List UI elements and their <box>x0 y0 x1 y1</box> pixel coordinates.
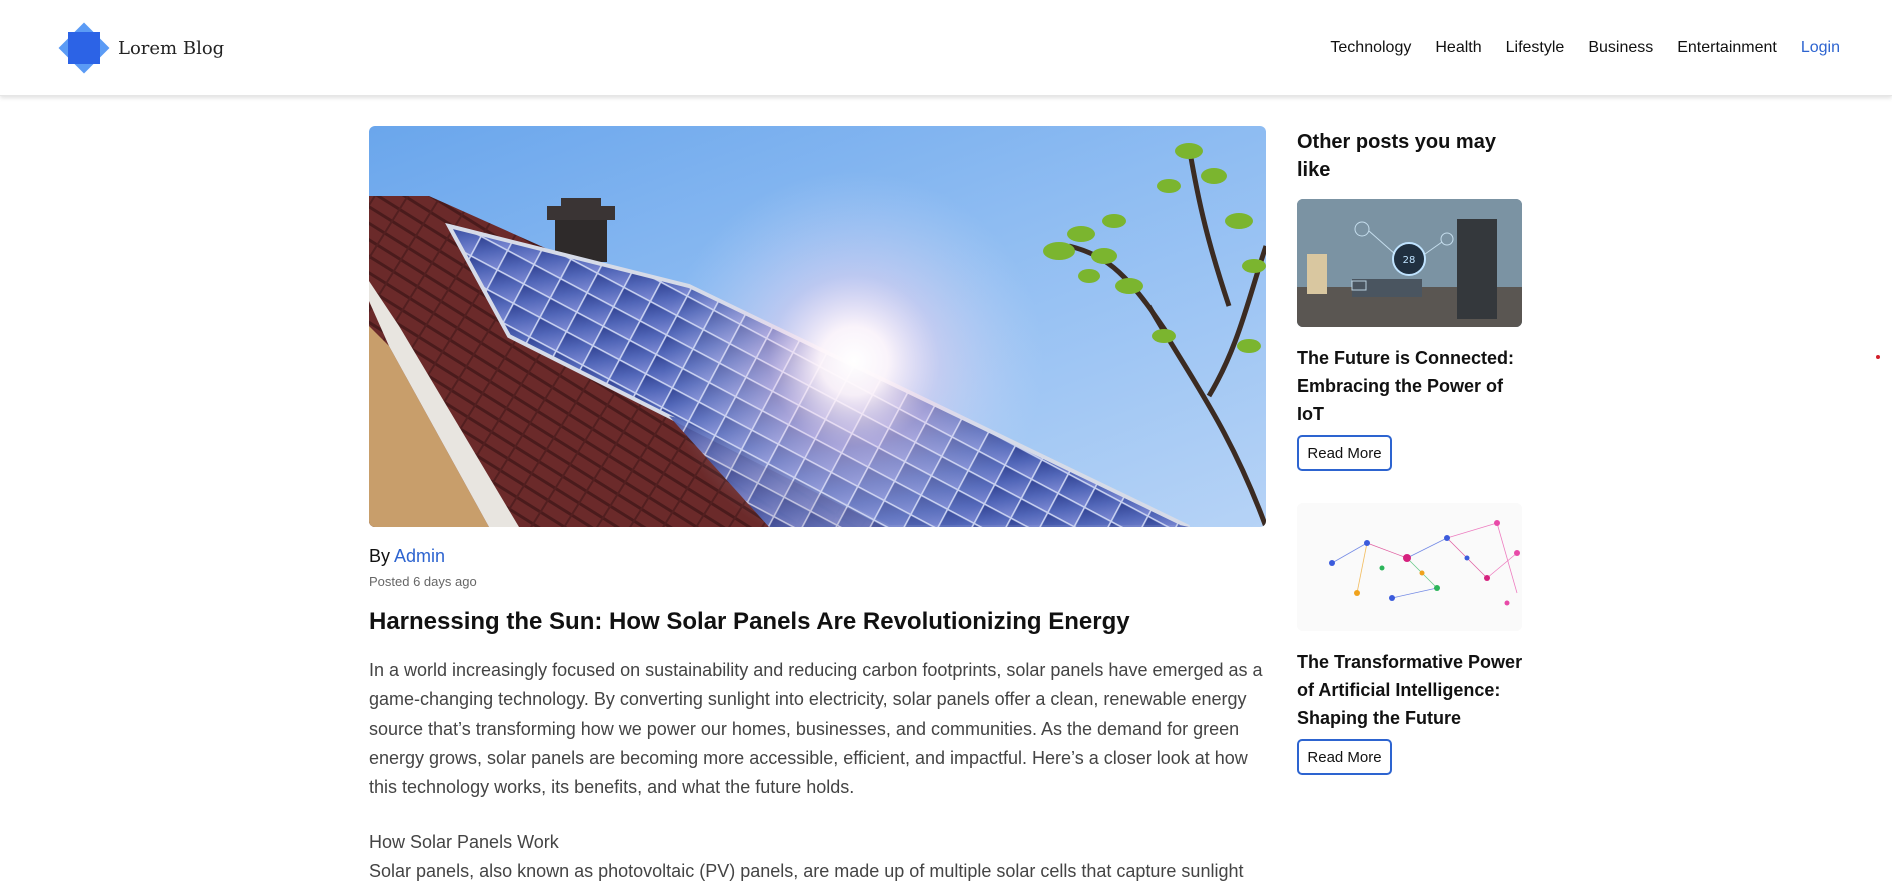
author-link[interactable]: Admin <box>394 546 445 566</box>
sidebar-post-title-iot[interactable]: The Future is Connected: Embracing the P… <box>1297 344 1527 428</box>
posted-date: Posted 6 days ago <box>369 574 477 589</box>
article-intro: In a world increasingly focused on susta… <box>369 660 1263 798</box>
article-hero-image <box>369 126 1266 527</box>
logo-text: Lorem Blog <box>118 37 225 59</box>
sidebar-title: Other posts you may like <box>1297 131 1496 181</box>
byline-prefix: By <box>369 546 395 566</box>
section-heading: How Solar Panels Work <box>369 832 559 852</box>
read-more-button-ai[interactable]: Read More <box>1297 739 1392 775</box>
byline: By Admin <box>369 546 445 567</box>
svg-text:28: 28 <box>1403 255 1416 266</box>
nav-item-health[interactable]: Health <box>1435 39 1481 57</box>
network-graph-image[interactable] <box>1297 503 1522 631</box>
sidebar-post-title-ai[interactable]: The Transformative Power of Artificial I… <box>1297 648 1527 732</box>
site-logo[interactable]: Lorem Blog <box>56 20 224 76</box>
logo-icon <box>56 20 112 76</box>
login-link[interactable]: Login <box>1801 39 1840 57</box>
read-more-button-iot[interactable]: Read More <box>1297 435 1392 471</box>
site-header: Lorem Blog Technology Health Lifestyle B… <box>0 0 1892 96</box>
nav-item-entertainment[interactable]: Entertainment <box>1677 39 1777 57</box>
article-title: Harnessing the Sun: How Solar Panels Are… <box>369 608 1130 635</box>
section-paragraph: Solar panels, also known as photovoltaic… <box>369 861 1244 881</box>
nav-item-technology[interactable]: Technology <box>1330 39 1411 57</box>
main-nav: Technology Health Lifestyle Business Ent… <box>1330 0 1840 96</box>
nav-item-lifestyle[interactable]: Lifestyle <box>1506 39 1565 57</box>
smart-home-image[interactable]: 28 <box>1297 199 1522 327</box>
nav-item-business[interactable]: Business <box>1588 39 1653 57</box>
indicator-dot <box>1876 355 1880 359</box>
